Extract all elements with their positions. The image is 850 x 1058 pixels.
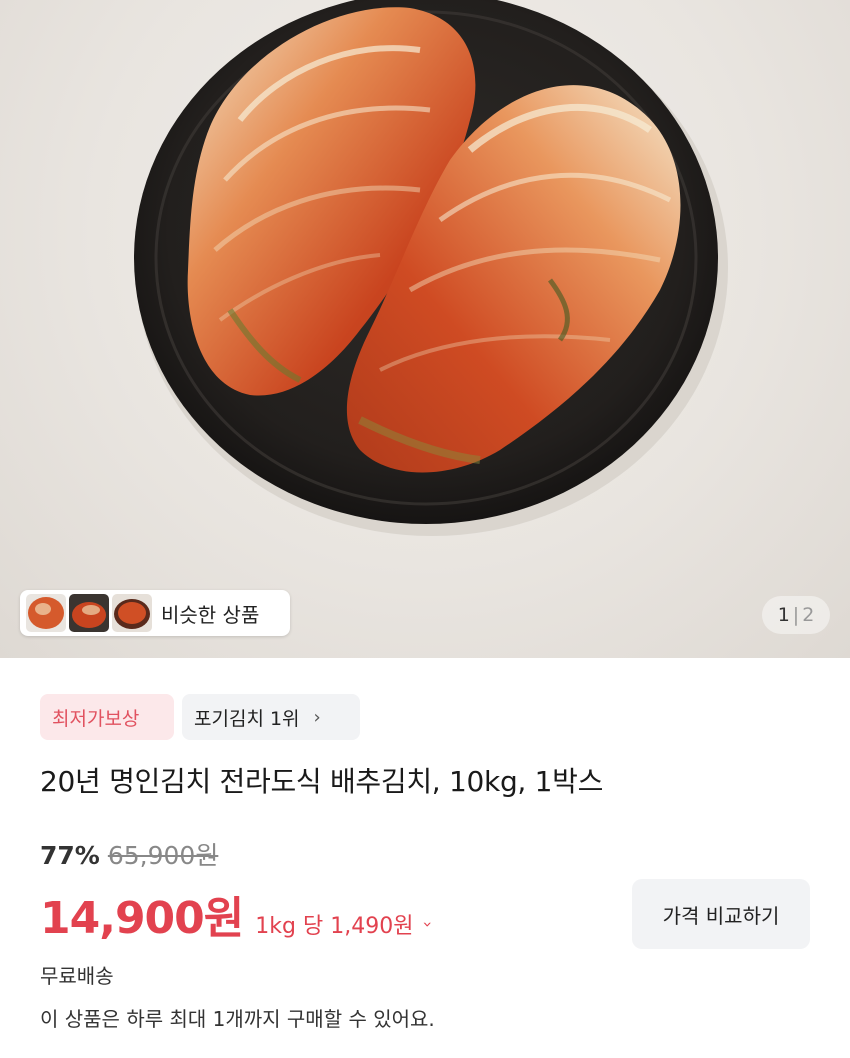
chevron-down-icon: ›: [419, 920, 439, 928]
price-row: 14,900원 1kg 당 1,490원 ›: [40, 882, 438, 946]
discount-row: 77% 65,900원: [40, 836, 218, 872]
unit-price-toggle[interactable]: 1kg 당 1,490원 ›: [255, 908, 438, 940]
similar-product-thumbnail: [112, 594, 152, 632]
compare-price-button[interactable]: 가격 비교하기: [632, 879, 810, 949]
badge-label: 최저가보상: [52, 707, 140, 730]
unit-price: 1kg 당 1,490원: [255, 914, 414, 939]
original-price: 65,900원: [107, 841, 219, 870]
similar-product-thumbnail: [26, 594, 66, 632]
pager-current: 1: [777, 604, 790, 626]
purchase-limit-notice: 이 상품은 하루 최대 1개까지 구매할 수 있어요.: [40, 1007, 435, 1031]
pager-total: 2: [802, 604, 815, 626]
similar-products-label: 비슷한 상품: [161, 602, 260, 627]
badge-label: 포기김치 1위: [194, 707, 300, 730]
product-image[interactable]: 비슷한 상품 1 | 2: [0, 0, 850, 658]
chevron-right-icon: ›: [313, 706, 321, 728]
product-title: 20년 명인김치 전라도식 배추김치, 10kg, 1박스: [40, 765, 604, 798]
discount-rate: 77%: [40, 841, 100, 870]
lowest-price-guarantee-badge: 최저가보상: [40, 694, 174, 740]
sale-price: 14,900원: [40, 893, 244, 944]
similar-products-button[interactable]: 비슷한 상품: [20, 590, 290, 636]
similar-product-thumbnail: [69, 594, 109, 632]
image-pager: 1 | 2: [762, 596, 830, 634]
pager-separator: |: [792, 604, 800, 626]
shipping-info: 무료배송: [40, 964, 114, 988]
category-rank-badge[interactable]: 포기김치 1위 ›: [182, 694, 360, 740]
kimchi-plate-photo: [134, 0, 728, 536]
